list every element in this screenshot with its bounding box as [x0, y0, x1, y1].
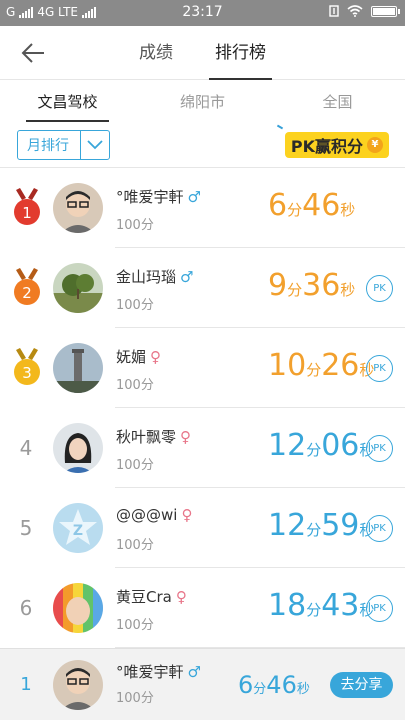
completion-time: 10分26秒: [268, 348, 375, 383]
silver-medal-icon: 2: [14, 268, 40, 305]
my-user-name: °唯爱宇軒 ♂: [116, 663, 201, 681]
scope-tab-school[interactable]: 文昌驾校: [0, 80, 135, 124]
rank-number: 4: [19, 436, 33, 460]
scope-tab-national[interactable]: 全国: [270, 80, 405, 124]
notification-icon: [329, 5, 339, 17]
list-item[interactable]: 4 秋叶飘零 ♀ 100分 12分06秒 PK: [0, 408, 405, 488]
female-icon: ♀: [175, 588, 187, 606]
completion-time: 12分59秒: [268, 508, 375, 543]
battery-icon: [371, 5, 400, 17]
filter-row: 月排行 PK赢积分 ¥: [0, 124, 405, 168]
pk-button[interactable]: PK: [366, 515, 393, 542]
medal-rank: 1: [22, 204, 32, 222]
completion-time: 6分46秒: [268, 188, 356, 223]
user-score: 100分: [116, 538, 154, 553]
list-item[interactable]: 1 °唯爱宇軒 ♂ 100分 6分46秒: [0, 168, 405, 248]
user-name: @@@wi ♀: [116, 506, 193, 524]
user-name: 金山玛瑙 ♂: [116, 268, 194, 286]
female-icon: ♀: [181, 506, 193, 524]
my-avatar[interactable]: [53, 660, 103, 710]
completion-time: 18分43秒: [268, 588, 375, 623]
scope-tabs: 文昌驾校 绵阳市 全国: [0, 80, 405, 124]
my-rank-bar: 1 °唯爱宇軒 ♂ 100分 6分46秒 去分享: [0, 648, 405, 720]
completion-time: 12分06秒: [268, 428, 375, 463]
list-item[interactable]: 5 Z @@@wi ♀ 100分 12分59秒 PK: [0, 488, 405, 568]
pk-button[interactable]: PK: [366, 435, 393, 462]
user-score: 100分: [116, 458, 154, 473]
svg-text:Z: Z: [73, 523, 83, 539]
tab-leaderboard[interactable]: 排行榜: [209, 26, 272, 80]
list-item[interactable]: 6 黄豆Cra ♀ 100分 18分43秒 PK: [0, 568, 405, 648]
wifi-icon: [347, 5, 363, 17]
user-name: 黄豆Cra ♀: [116, 588, 187, 606]
avatar[interactable]: [53, 183, 103, 233]
scope-tab-city[interactable]: 绵阳市: [135, 80, 270, 124]
leaderboard-list: 1 °唯爱宇軒 ♂ 100分 6分46秒 2 金山玛瑙 ♂ 100分 9分36秒 P…: [0, 168, 405, 648]
avatar[interactable]: [53, 583, 103, 633]
rank-number: 5: [19, 516, 33, 540]
my-rank-number: 1: [20, 674, 32, 695]
list-item[interactable]: 3 妩媚 ♀ 100分 10分26秒 PK: [0, 328, 405, 408]
header: 成绩 排行榜: [0, 26, 405, 80]
chevron-down-icon: [87, 140, 103, 150]
user-score: 100分: [116, 218, 154, 233]
avatar[interactable]: Z: [53, 503, 103, 553]
rank-number: 6: [19, 596, 33, 620]
user-score: 100分: [116, 618, 154, 633]
my-completion-time: 6分46秒: [238, 671, 310, 699]
share-button[interactable]: 去分享: [330, 672, 393, 698]
gold-medal-icon: 1: [14, 188, 40, 225]
coin-icon: ¥: [367, 137, 383, 153]
completion-time: 9分36秒: [268, 268, 356, 303]
pk-button[interactable]: PK: [366, 595, 393, 622]
status-bar: G 4G LTE 23:17: [0, 0, 405, 26]
bronze-medal-icon: 3: [14, 348, 40, 385]
my-score: 100分: [116, 691, 154, 706]
pk-button[interactable]: PK: [366, 275, 393, 302]
pk-earn-points-logo[interactable]: PK赢积分 ¥: [284, 132, 389, 158]
male-icon: ♂: [187, 188, 201, 206]
female-icon: ♀: [150, 348, 162, 366]
male-icon: ♂: [187, 663, 201, 681]
male-icon: ♂: [180, 268, 194, 286]
list-item[interactable]: 2 金山玛瑙 ♂ 100分 9分36秒 PK: [0, 248, 405, 328]
avatar[interactable]: [53, 263, 103, 313]
user-name: 秋叶飘零 ♀: [116, 428, 192, 446]
user-name: °唯爱宇軒 ♂: [116, 188, 201, 206]
avatar[interactable]: [53, 343, 103, 393]
user-name: 妩媚 ♀: [116, 348, 162, 366]
user-score: 100分: [116, 298, 154, 313]
user-score: 100分: [116, 378, 154, 393]
female-icon: ♀: [180, 428, 192, 446]
period-select[interactable]: 月排行: [17, 130, 110, 160]
tab-scores[interactable]: 成绩: [133, 26, 179, 80]
period-select-label: 月排行: [27, 138, 69, 154]
pk-logo-text: PK赢积分: [290, 137, 363, 156]
medal-rank: 2: [22, 284, 32, 302]
avatar[interactable]: [53, 423, 103, 473]
pk-button[interactable]: PK: [366, 355, 393, 382]
medal-rank: 3: [22, 364, 32, 382]
